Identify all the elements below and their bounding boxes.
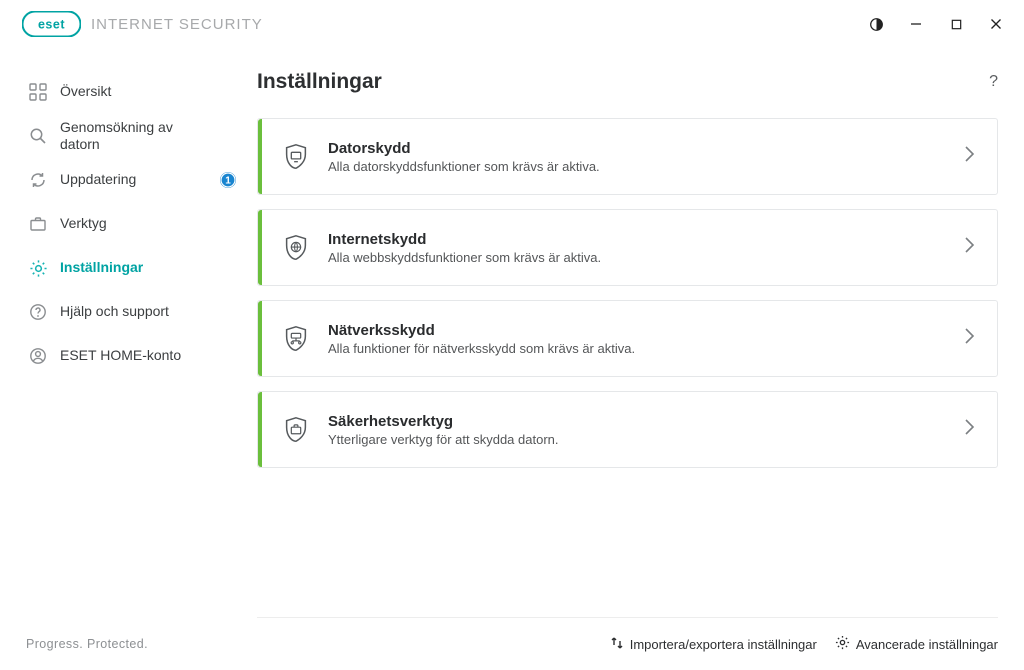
footer-inner: Progress. Protected. Importera/exportera… [26, 635, 998, 653]
close-button[interactable] [976, 4, 1016, 44]
refresh-icon [26, 171, 50, 189]
brand-logo: eset INTERNET SECURITY [22, 11, 263, 37]
card-title: Datorskydd [328, 140, 942, 157]
card-subtitle: Alla datorskyddsfunktioner som krävs är … [328, 159, 942, 174]
title-bar: eset INTERNET SECURITY [0, 0, 1024, 48]
advanced-settings-label: Avancerade inställningar [856, 637, 998, 652]
minimize-button[interactable] [896, 4, 936, 44]
context-help-button[interactable]: ? [989, 73, 998, 91]
sidebar-item-help[interactable]: Hjälp och support [0, 290, 253, 334]
card-network-protection[interactable]: Nätverksskydd Alla funktioner för nätver… [257, 300, 998, 377]
card-subtitle: Alla webbskyddsfunktioner som krävs är a… [328, 250, 942, 265]
update-badge-count: 1 [225, 176, 231, 187]
sidebar: Översikt Genomsökning av datorn Uppdater… [0, 48, 253, 618]
brand-product-name: INTERNET SECURITY [91, 16, 263, 33]
window-controls [856, 4, 1016, 44]
sidebar-item-label: Inställningar [60, 259, 143, 277]
card-text: Internetskydd Alla webbskyddsfunktioner … [328, 231, 942, 265]
main-area: Översikt Genomsökning av datorn Uppdater… [0, 48, 1024, 618]
help-icon [26, 303, 50, 321]
import-export-icon [610, 636, 624, 653]
sidebar-item-label: Genomsökning av datorn [60, 119, 210, 154]
page-title: Inställningar [257, 70, 382, 94]
import-export-link[interactable]: Importera/exportera inställningar [610, 636, 817, 653]
footer-tagline: Progress. Protected. [26, 637, 148, 651]
sidebar-item-overview[interactable]: Översikt [0, 70, 253, 114]
chevron-right-icon [942, 236, 997, 259]
content-header: Inställningar ? [257, 70, 998, 94]
chevron-right-icon [942, 418, 997, 441]
maximize-button[interactable] [936, 4, 976, 44]
card-computer-protection[interactable]: Datorskydd Alla datorskyddsfunktioner so… [257, 118, 998, 195]
card-title: Säkerhetsverktyg [328, 413, 942, 430]
card-internet-protection[interactable]: Internetskydd Alla webbskyddsfunktioner … [257, 209, 998, 286]
sidebar-item-label: Hjälp och support [60, 303, 169, 321]
briefcase-shield-icon [264, 415, 328, 445]
sidebar-item-label: Översikt [60, 83, 111, 101]
card-security-tools[interactable]: Säkerhetsverktyg Ytterligare verktyg för… [257, 391, 998, 468]
briefcase-icon [26, 215, 50, 233]
card-text: Datorskydd Alla datorskyddsfunktioner so… [328, 140, 942, 174]
card-title: Internetskydd [328, 231, 942, 248]
sidebar-item-label: ESET HOME-konto [60, 347, 181, 365]
overview-icon [26, 83, 50, 101]
footer: Progress. Protected. Importera/exportera… [0, 618, 1024, 670]
update-badge-icon: 1 [219, 171, 237, 189]
advanced-settings-link[interactable]: Avancerade inställningar [835, 635, 998, 653]
eset-logo-icon: eset [22, 11, 81, 37]
svg-text:eset: eset [38, 18, 65, 32]
sidebar-item-update[interactable]: Uppdatering 1 [0, 158, 253, 202]
card-subtitle: Alla funktioner för nätverksskydd som kr… [328, 341, 942, 356]
settings-cards: Datorskydd Alla datorskyddsfunktioner so… [257, 118, 998, 468]
card-title: Nätverksskydd [328, 322, 942, 339]
globe-shield-icon [264, 233, 328, 263]
gear-icon [835, 635, 850, 653]
sidebar-item-label: Verktyg [60, 215, 107, 233]
sidebar-item-scan[interactable]: Genomsökning av datorn [0, 114, 253, 158]
account-icon [26, 347, 50, 365]
chevron-right-icon [942, 145, 997, 168]
gear-icon [26, 259, 50, 278]
contrast-toggle-button[interactable] [856, 4, 896, 44]
sidebar-item-label: Uppdatering [60, 171, 136, 189]
magnifier-icon [26, 127, 50, 145]
card-text: Nätverksskydd Alla funktioner för nätver… [328, 322, 942, 356]
chevron-right-icon [942, 327, 997, 350]
sidebar-item-tools[interactable]: Verktyg [0, 202, 253, 246]
import-export-label: Importera/exportera inställningar [630, 637, 817, 652]
card-subtitle: Ytterligare verktyg för att skydda dator… [328, 432, 942, 447]
card-text: Säkerhetsverktyg Ytterligare verktyg för… [328, 413, 942, 447]
sidebar-item-account[interactable]: ESET HOME-konto [0, 334, 253, 378]
content: Inställningar ? Datorskydd Alla datorsky… [253, 48, 1024, 618]
monitor-shield-icon [264, 142, 328, 172]
sidebar-item-settings[interactable]: Inställningar [0, 246, 253, 290]
network-shield-icon [264, 324, 328, 354]
